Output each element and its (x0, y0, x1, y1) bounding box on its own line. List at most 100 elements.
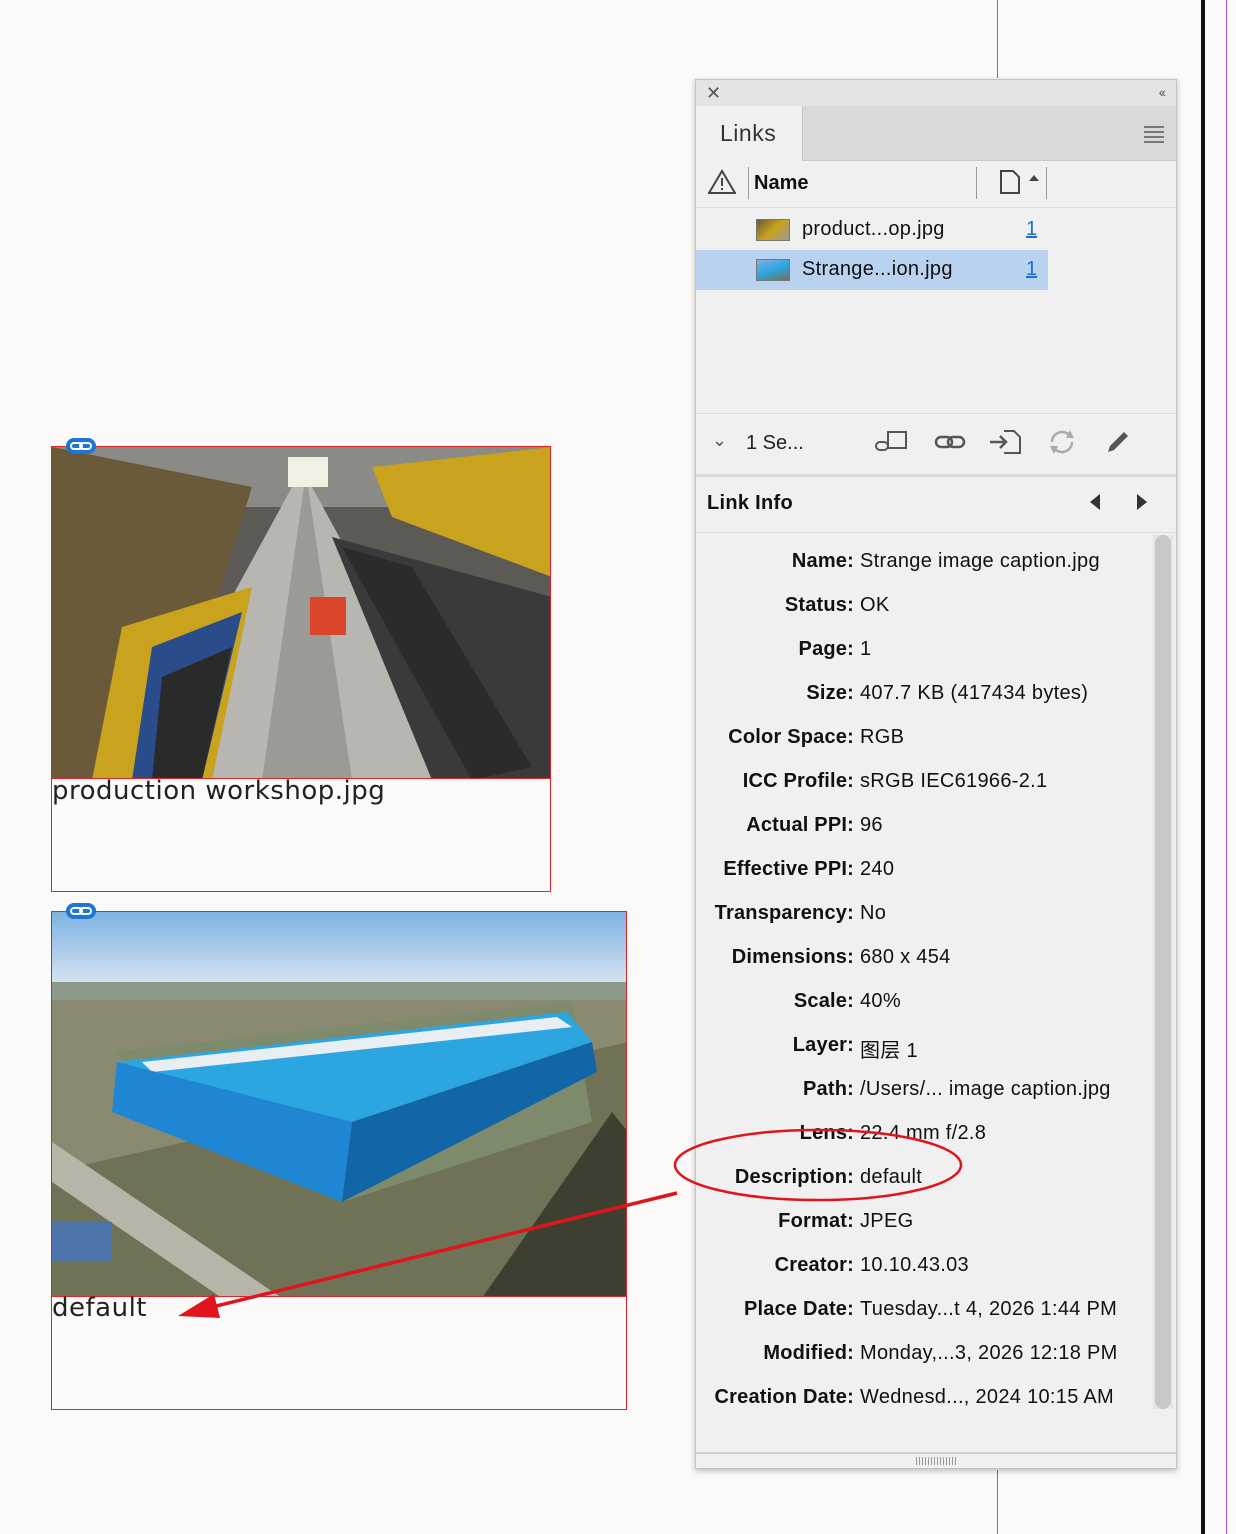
link-info-label: Path: (803, 1078, 854, 1100)
link-page-number[interactable]: 1 (1026, 258, 1037, 281)
resize-grip-icon[interactable] (916, 1457, 956, 1465)
link-info-value: 680 x 454 (860, 946, 951, 968)
next-link-icon[interactable] (1137, 494, 1147, 510)
link-info-row: Page: 1 (696, 638, 1154, 668)
link-name: product...op.jpg (802, 218, 945, 240)
link-info-row: Actual PPI: 96 (696, 814, 1154, 844)
warning-icon[interactable] (708, 169, 736, 195)
link-info-label: Transparency: (714, 902, 854, 924)
selection-summary: 1 Se... (746, 432, 804, 454)
link-info-row: Status: OK (696, 594, 1154, 624)
link-info-row: Layer: 图层 1 (696, 1034, 1154, 1064)
relink-icon[interactable] (932, 428, 968, 456)
scrollbar-thumb[interactable] (1155, 535, 1171, 1409)
link-row-selected[interactable]: Strange...ion.jpg 1 (696, 250, 1048, 290)
link-info-header[interactable]: Link Info (696, 476, 1176, 533)
panel-title-bar[interactable]: ✕ ‹‹ (696, 80, 1176, 107)
collapse-panel-icon[interactable]: ‹‹ (1159, 84, 1166, 100)
link-thumbnail (756, 219, 790, 241)
edit-original-icon[interactable] (1100, 428, 1136, 456)
column-name-header[interactable]: Name (754, 172, 808, 195)
link-info-row: Format: JPEG (696, 1210, 1154, 1240)
link-info-row: Place Date: Tuesday...t 4, 2026 1:44 PM (696, 1298, 1154, 1328)
relink-from-cc-icon[interactable] (874, 428, 910, 456)
link-info-value: OK (860, 594, 890, 616)
link-info-row: Modified: Monday,...3, 2026 12:18 PM (696, 1342, 1154, 1372)
page-edge (1201, 0, 1205, 1534)
link-info-label: Creation Date: (714, 1386, 854, 1408)
link-info-row: ICC Profile: sRGB IEC61966-2.1 (696, 770, 1154, 800)
link-info-label: ICC Profile: (742, 770, 854, 792)
close-icon[interactable]: ✕ (706, 83, 721, 104)
link-info-label: Dimensions: (731, 946, 854, 968)
page-column-icon[interactable] (999, 169, 1043, 195)
link-info-value: Strange image caption.jpg (860, 550, 1100, 572)
link-info-value: Monday,...3, 2026 12:18 PM (860, 1342, 1118, 1364)
previous-link-icon[interactable] (1090, 494, 1100, 510)
image-caption-2[interactable]: default (52, 1293, 147, 1323)
link-info-label: Creator: (774, 1254, 854, 1276)
margin-guide (997, 1470, 998, 1534)
goto-link-icon[interactable] (988, 428, 1024, 456)
link-info-row: Creator: 10.10.43.03 (696, 1254, 1154, 1284)
chevron-down-icon[interactable]: ⌄ (712, 430, 727, 451)
margin-guide (1226, 0, 1227, 1534)
link-info-label: Status: (784, 594, 854, 616)
link-info-value: RGB (860, 726, 905, 748)
scrollbar[interactable] (1153, 535, 1173, 1409)
link-thumbnail (756, 259, 790, 281)
link-info-row: Dimensions: 680 x 454 (696, 946, 1154, 976)
tab-links-label: Links (720, 120, 777, 146)
link-info-value: 22.4 mm f/2.8 (860, 1122, 987, 1144)
panel-resize-bar[interactable] (696, 1452, 1176, 1470)
link-info-label: Size: (806, 682, 854, 704)
link-info-label: Modified: (763, 1342, 854, 1364)
link-info-row: Size: 407.7 KB (417434 bytes) (696, 682, 1154, 712)
link-row[interactable]: product...op.jpg 1 (696, 210, 1048, 250)
panel-tab-bar: Links (696, 106, 1176, 161)
link-info-value: Tuesday...t 4, 2026 1:44 PM (860, 1298, 1118, 1320)
image-frame-production-workshop[interactable] (51, 446, 551, 779)
image-frame-factory[interactable] (51, 911, 627, 1297)
link-info-value: 40% (860, 990, 901, 1012)
margin-guide (997, 0, 998, 78)
links-panel: ✕ ‹‹ Links Name product...op.jpg 1 Stran… (695, 79, 1177, 1469)
link-info-row: Color Space: RGB (696, 726, 1154, 756)
link-info-label: Scale: (793, 990, 854, 1012)
link-info-label: Place Date: (743, 1298, 854, 1320)
link-info-value: 96 (860, 814, 883, 836)
image-caption-1[interactable]: production workshop.jpg (52, 776, 385, 806)
link-info-value: default (860, 1166, 923, 1188)
link-info-row: Transparency: No (696, 902, 1154, 932)
link-badge-icon[interactable] (66, 903, 96, 919)
update-link-icon[interactable] (1044, 428, 1080, 456)
link-info-label: Description: (734, 1166, 854, 1188)
link-info-value: 1 (860, 638, 872, 660)
factory-aerial-photo (52, 912, 626, 1296)
link-info-value: sRGB IEC61966-2.1 (860, 770, 1048, 792)
link-info-label: Actual PPI: (746, 814, 854, 836)
link-info-row: Scale: 40% (696, 990, 1154, 1020)
link-info-value: 图层 1 (860, 1040, 918, 1062)
link-info-title: Link Info (707, 492, 794, 514)
link-info-row: Creation Date: Wednesd..., 2024 10:15 AM (696, 1386, 1154, 1416)
link-page-number[interactable]: 1 (1026, 218, 1037, 241)
link-info-label: Format: (778, 1210, 854, 1232)
production-workshop-photo (52, 447, 550, 778)
tab-links[interactable]: Links (696, 106, 803, 161)
links-column-header: Name (696, 161, 1176, 208)
link-info-row: Description: default (696, 1166, 1154, 1196)
link-info-label: Page: (798, 638, 854, 660)
column-separator[interactable] (976, 167, 977, 199)
column-separator[interactable] (748, 167, 749, 199)
link-info-value: Wednesd..., 2024 10:15 AM (860, 1386, 1114, 1408)
link-info-row: Lens: 22.4 mm f/2.8 (696, 1122, 1154, 1152)
panel-menu-icon[interactable] (1144, 126, 1164, 146)
link-info-value: JPEG (860, 1210, 914, 1232)
link-badge-icon[interactable] (66, 438, 96, 454)
link-info-label: Color Space: (728, 726, 854, 748)
link-info-row: Effective PPI: 240 (696, 858, 1154, 888)
links-toolbar: ⌄ 1 Se... (696, 413, 1176, 477)
column-separator[interactable] (1046, 167, 1047, 199)
link-info-value: 240 (860, 858, 895, 880)
